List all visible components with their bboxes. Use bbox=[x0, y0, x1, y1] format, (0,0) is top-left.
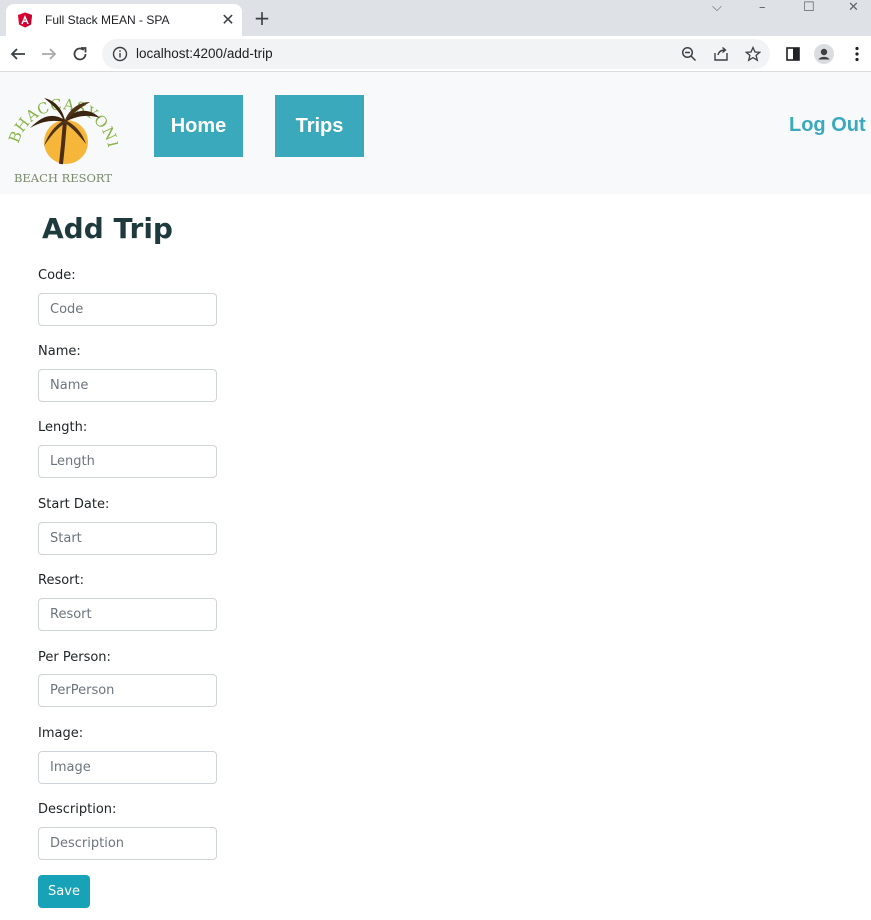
nav-trips-button[interactable]: Trips bbox=[275, 95, 364, 157]
bookmark-star-icon[interactable] bbox=[744, 45, 762, 63]
length-label: Length: bbox=[38, 420, 88, 435]
tab-close-icon[interactable]: ✕ bbox=[218, 10, 238, 30]
tab-strip: Full Stack MEAN - SPA ✕ + ⌵ – ☐ ✕ bbox=[0, 0, 871, 36]
start-date-label: Start Date: bbox=[38, 497, 110, 512]
description-input[interactable] bbox=[38, 827, 217, 860]
forward-icon[interactable] bbox=[37, 42, 61, 66]
length-input[interactable] bbox=[38, 445, 217, 478]
maximize-icon[interactable]: ☐ bbox=[803, 0, 815, 16]
image-input[interactable] bbox=[38, 751, 217, 784]
browser-tab[interactable]: Full Stack MEAN - SPA ✕ bbox=[6, 4, 242, 36]
browser-toolbar: localhost:4200/add-trip bbox=[0, 36, 871, 72]
resort-logo[interactable]: BHACCASYONIZTAS BEACH RESORT bbox=[8, 84, 118, 188]
zoom-icon[interactable] bbox=[680, 45, 698, 63]
resort-input[interactable] bbox=[38, 598, 217, 631]
app-navbar: BHACCASYONIZTAS BEACH RESORT Home Trips … bbox=[0, 72, 871, 194]
resort-label: Resort: bbox=[38, 573, 84, 588]
name-label: Name: bbox=[38, 344, 81, 359]
page-title: Add Trip bbox=[42, 212, 173, 245]
start-date-input[interactable] bbox=[38, 522, 217, 555]
logo-subtitle: BEACH RESORT bbox=[14, 171, 112, 185]
save-button[interactable]: Save bbox=[38, 875, 90, 908]
url-text: localhost:4200/add-trip bbox=[136, 46, 273, 61]
back-icon[interactable] bbox=[6, 42, 30, 66]
profile-avatar-icon[interactable] bbox=[814, 44, 834, 64]
address-bar[interactable]: localhost:4200/add-trip bbox=[102, 39, 770, 69]
side-panel-icon[interactable] bbox=[783, 44, 803, 64]
image-label: Image: bbox=[38, 726, 84, 741]
minimize-icon[interactable]: – bbox=[759, 0, 766, 16]
logout-link[interactable]: Log Out bbox=[789, 114, 866, 137]
tab-title: Full Stack MEAN - SPA bbox=[45, 13, 170, 27]
new-tab-icon[interactable]: + bbox=[251, 7, 273, 29]
name-input[interactable] bbox=[38, 369, 217, 402]
nav-home-button[interactable]: Home bbox=[154, 95, 243, 157]
menu-kebab-icon[interactable] bbox=[847, 44, 867, 64]
description-label: Description: bbox=[38, 802, 117, 817]
share-icon[interactable] bbox=[712, 45, 730, 63]
code-input[interactable] bbox=[38, 293, 217, 326]
window-close-icon[interactable]: ✕ bbox=[848, 0, 859, 16]
code-label: Code: bbox=[38, 268, 76, 283]
reload-icon[interactable] bbox=[68, 42, 92, 66]
angular-favicon-icon bbox=[18, 12, 32, 28]
per-person-input[interactable] bbox=[38, 674, 217, 707]
per-person-label: Per Person: bbox=[38, 650, 111, 665]
site-info-icon[interactable] bbox=[112, 46, 128, 62]
tab-search-icon[interactable]: ⌵ bbox=[712, 0, 722, 16]
